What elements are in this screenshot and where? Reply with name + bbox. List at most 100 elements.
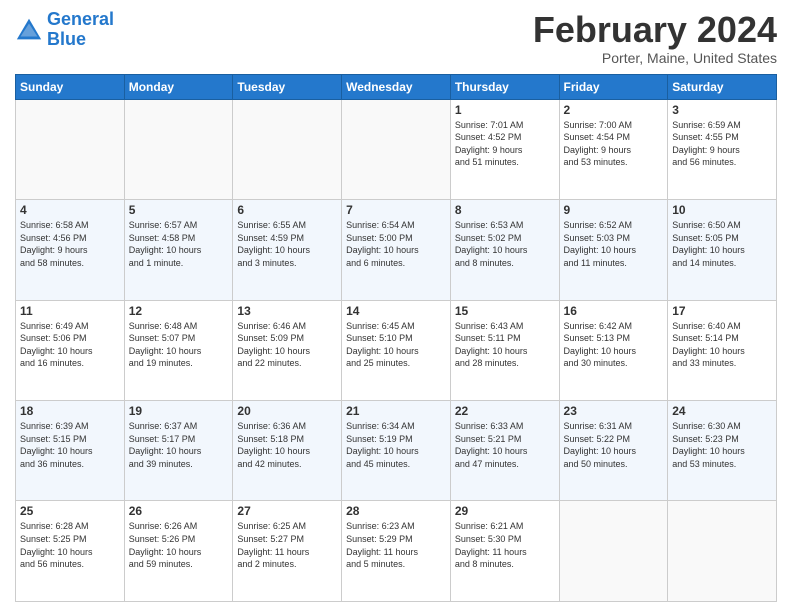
day-number: 9 — [564, 203, 664, 217]
day-number: 21 — [346, 404, 446, 418]
day-info: Sunrise: 6:25 AMSunset: 5:27 PMDaylight:… — [237, 520, 337, 570]
day-info: Sunrise: 6:42 AMSunset: 5:13 PMDaylight:… — [564, 320, 664, 370]
calendar-cell: 23Sunrise: 6:31 AMSunset: 5:22 PMDayligh… — [559, 401, 668, 501]
day-number: 14 — [346, 304, 446, 318]
calendar-cell — [124, 99, 233, 199]
day-number: 16 — [564, 304, 664, 318]
day-number: 26 — [129, 504, 229, 518]
calendar-cell: 4Sunrise: 6:58 AMSunset: 4:56 PMDaylight… — [16, 200, 125, 300]
calendar-cell: 27 Sunrise: 6:25 AMSunset: 5:27 PMDayligh… — [233, 501, 342, 602]
logo: General Blue — [15, 10, 114, 50]
logo-line1: General — [47, 9, 114, 29]
day-number: 1 — [455, 103, 555, 117]
day-info: Sunrise: 6:53 AMSunset: 5:02 PMDaylight:… — [455, 219, 555, 269]
day-number: 20 — [237, 404, 337, 418]
calendar-day-header: Wednesday — [342, 74, 451, 99]
calendar-cell: 14 Sunrise: 6:45 AMSunset: 5:10 PMDayligh… — [342, 300, 451, 400]
calendar-cell: 3Sunrise: 6:59 AMSunset: 4:55 PMDaylight… — [668, 99, 777, 199]
calendar-cell: 8 Sunrise: 6:53 AMSunset: 5:02 PMDaylight… — [450, 200, 559, 300]
calendar-week-row: 11 Sunrise: 6:49 AMSunset: 5:06 PMDayligh… — [16, 300, 777, 400]
day-info: Sunrise: 6:48 AMSunset: 5:07 PMDaylight:… — [129, 320, 229, 370]
day-number: 13 — [237, 304, 337, 318]
day-number: 12 — [129, 304, 229, 318]
calendar-cell: 16 Sunrise: 6:42 AMSunset: 5:13 PMDayligh… — [559, 300, 668, 400]
day-info: Sunrise: 6:37 AMSunset: 5:17 PMDaylight:… — [129, 420, 229, 470]
day-info: Sunrise: 7:01 AMSunset: 4:52 PMDaylight:… — [455, 119, 555, 169]
calendar-cell — [16, 99, 125, 199]
calendar-day-header: Friday — [559, 74, 668, 99]
day-number: 19 — [129, 404, 229, 418]
day-info: Sunrise: 6:36 AMSunset: 5:18 PMDaylight:… — [237, 420, 337, 470]
day-number: 22 — [455, 404, 555, 418]
calendar-day-header: Thursday — [450, 74, 559, 99]
day-number: 25 — [20, 504, 120, 518]
day-info: Sunrise: 6:54 AMSunset: 5:00 PMDaylight:… — [346, 219, 446, 269]
calendar-cell: 5 Sunrise: 6:57 AMSunset: 4:58 PMDaylight… — [124, 200, 233, 300]
day-info: Sunrise: 6:23 AMSunset: 5:29 PMDaylight:… — [346, 520, 446, 570]
calendar-cell: 7Sunrise: 6:54 AMSunset: 5:00 PMDaylight… — [342, 200, 451, 300]
day-number: 5 — [129, 203, 229, 217]
day-info: Sunrise: 6:43 AMSunset: 5:11 PMDaylight:… — [455, 320, 555, 370]
day-info: Sunrise: 6:40 AMSunset: 5:14 PMDaylight:… — [672, 320, 772, 370]
calendar-table: SundayMondayTuesdayWednesdayThursdayFrid… — [15, 74, 777, 602]
day-number: 3 — [672, 103, 772, 117]
day-info: Sunrise: 6:33 AMSunset: 5:21 PMDaylight:… — [455, 420, 555, 470]
calendar-day-header: Saturday — [668, 74, 777, 99]
page: General Blue February 2024 Porter, Maine… — [0, 0, 792, 612]
day-number: 11 — [20, 304, 120, 318]
calendar-cell: 17 Sunrise: 6:40 AMSunset: 5:14 PMDayligh… — [668, 300, 777, 400]
day-number: 6 — [237, 203, 337, 217]
day-info: Sunrise: 6:21 AMSunset: 5:30 PMDaylight:… — [455, 520, 555, 570]
day-info: Sunrise: 6:55 AMSunset: 4:59 PMDaylight:… — [237, 219, 337, 269]
day-number: 18 — [20, 404, 120, 418]
day-number: 29 — [455, 504, 555, 518]
calendar-cell — [559, 501, 668, 602]
calendar-cell — [342, 99, 451, 199]
calendar-cell: 24 Sunrise: 6:30 AMSunset: 5:23 PMDayligh… — [668, 401, 777, 501]
day-info: Sunrise: 6:50 AMSunset: 5:05 PMDaylight:… — [672, 219, 772, 269]
day-number: 24 — [672, 404, 772, 418]
logo-line2: Blue — [47, 29, 86, 49]
header: General Blue February 2024 Porter, Maine… — [15, 10, 777, 66]
calendar-header-row: SundayMondayTuesdayWednesdayThursdayFrid… — [16, 74, 777, 99]
day-number: 27 — [237, 504, 337, 518]
calendar-cell: 1 Sunrise: 7:01 AMSunset: 4:52 PMDaylight… — [450, 99, 559, 199]
day-number: 2 — [564, 103, 664, 117]
calendar-cell: 6 Sunrise: 6:55 AMSunset: 4:59 PMDaylight… — [233, 200, 342, 300]
day-info: Sunrise: 6:45 AMSunset: 5:10 PMDaylight:… — [346, 320, 446, 370]
day-info: Sunrise: 6:26 AMSunset: 5:26 PMDaylight:… — [129, 520, 229, 570]
calendar-cell: 12 Sunrise: 6:48 AMSunset: 5:07 PMDayligh… — [124, 300, 233, 400]
calendar-cell: 19 Sunrise: 6:37 AMSunset: 5:17 PMDayligh… — [124, 401, 233, 501]
calendar-cell: 22 Sunrise: 6:33 AMSunset: 5:21 PMDayligh… — [450, 401, 559, 501]
calendar-cell: 2 Sunrise: 7:00 AMSunset: 4:54 PMDaylight… — [559, 99, 668, 199]
calendar-cell: 25 Sunrise: 6:28 AMSunset: 5:25 PMDayligh… — [16, 501, 125, 602]
calendar-cell: 9 Sunrise: 6:52 AMSunset: 5:03 PMDaylight… — [559, 200, 668, 300]
month-title: February 2024 — [533, 10, 777, 50]
calendar-cell — [233, 99, 342, 199]
day-info: Sunrise: 6:31 AMSunset: 5:22 PMDaylight:… — [564, 420, 664, 470]
calendar-cell: 18Sunrise: 6:39 AMSunset: 5:15 PMDayligh… — [16, 401, 125, 501]
calendar-week-row: 18Sunrise: 6:39 AMSunset: 5:15 PMDayligh… — [16, 401, 777, 501]
day-number: 15 — [455, 304, 555, 318]
location: Porter, Maine, United States — [533, 50, 777, 66]
calendar-cell: 10Sunrise: 6:50 AMSunset: 5:05 PMDayligh… — [668, 200, 777, 300]
day-number: 4 — [20, 203, 120, 217]
calendar-day-header: Tuesday — [233, 74, 342, 99]
calendar-week-row: 4Sunrise: 6:58 AMSunset: 4:56 PMDaylight… — [16, 200, 777, 300]
day-info: Sunrise: 7:00 AMSunset: 4:54 PMDaylight:… — [564, 119, 664, 169]
calendar-day-header: Monday — [124, 74, 233, 99]
day-info: Sunrise: 6:52 AMSunset: 5:03 PMDaylight:… — [564, 219, 664, 269]
day-info: Sunrise: 6:28 AMSunset: 5:25 PMDaylight:… — [20, 520, 120, 570]
day-info: Sunrise: 6:30 AMSunset: 5:23 PMDaylight:… — [672, 420, 772, 470]
title-block: February 2024 Porter, Maine, United Stat… — [533, 10, 777, 66]
day-number: 8 — [455, 203, 555, 217]
calendar-cell: 26 Sunrise: 6:26 AMSunset: 5:26 PMDayligh… — [124, 501, 233, 602]
calendar-cell — [668, 501, 777, 602]
calendar-cell: 29 Sunrise: 6:21 AMSunset: 5:30 PMDayligh… — [450, 501, 559, 602]
day-info: Sunrise: 6:34 AMSunset: 5:19 PMDaylight:… — [346, 420, 446, 470]
calendar-week-row: 1 Sunrise: 7:01 AMSunset: 4:52 PMDaylight… — [16, 99, 777, 199]
day-number: 17 — [672, 304, 772, 318]
day-info: Sunrise: 6:57 AMSunset: 4:58 PMDaylight:… — [129, 219, 229, 269]
calendar-cell: 13Sunrise: 6:46 AMSunset: 5:09 PMDayligh… — [233, 300, 342, 400]
day-info: Sunrise: 6:49 AMSunset: 5:06 PMDaylight:… — [20, 320, 120, 370]
